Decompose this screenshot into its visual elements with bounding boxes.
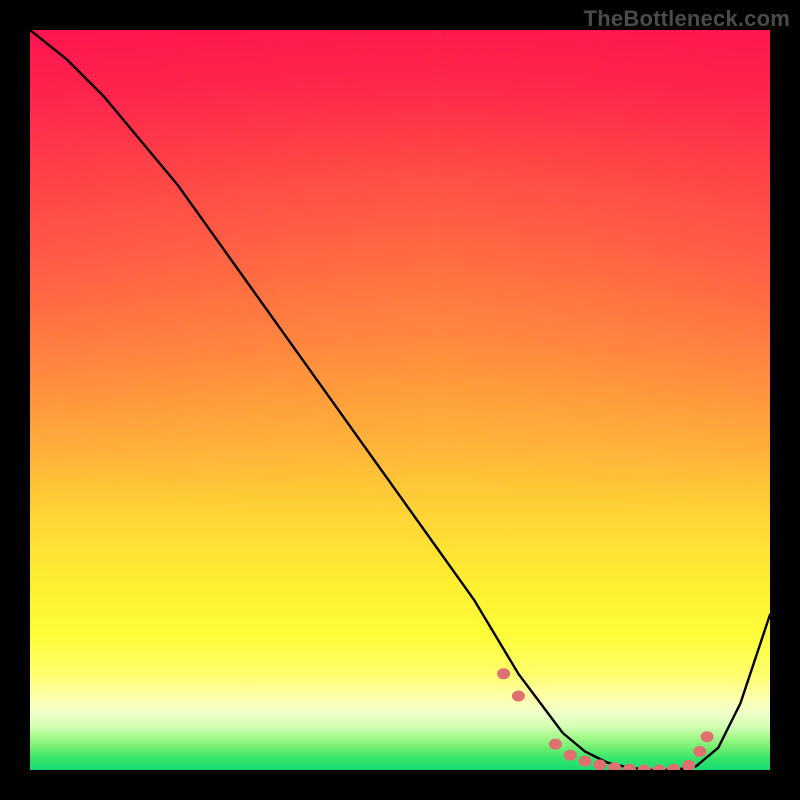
marker-dot [667, 764, 680, 770]
marker-dot [701, 731, 714, 742]
marker-dot [638, 765, 651, 771]
marker-dot [579, 756, 592, 767]
marker-dot [682, 760, 695, 770]
marker-dot [653, 765, 666, 771]
watermark-label: TheBottleneck.com [584, 6, 790, 32]
marker-dot [497, 668, 510, 679]
curve-svg [30, 30, 770, 770]
marker-dot [564, 750, 577, 761]
marker-dot [549, 739, 562, 750]
marker-dot [593, 759, 606, 770]
plot-area [30, 30, 770, 770]
marker-dot [623, 764, 636, 770]
bottleneck-curve [30, 30, 770, 770]
marker-dot [693, 746, 706, 757]
marker-dot [512, 691, 525, 702]
highlight-dots [497, 668, 713, 770]
chart-frame: TheBottleneck.com [0, 0, 800, 800]
